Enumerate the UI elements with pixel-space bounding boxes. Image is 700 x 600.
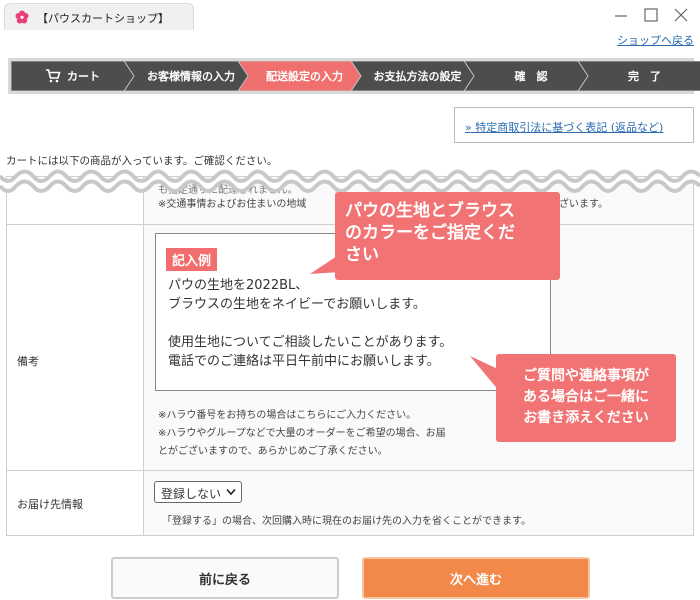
legal-notice-box: » 特定商取引法に基づく表記 (返品など) [454,107,694,143]
chevron-down-icon [226,488,236,496]
callout-line: ある場合はご一緒に [523,389,649,405]
remarks-label: 備考 [17,355,39,368]
questions-callout: ご質問や連絡事項が ある場合はご一緒に お書き添えください [496,354,676,442]
address-row: お届け先情報 登録しない 「登録する」の場合、次回購入時に現在のお届け先の入力を… [7,471,693,535]
step-label: 配送設定の入力 [266,70,343,83]
callout-line: パウの生地とブラウス [345,201,515,221]
callout-line: さい [345,245,379,265]
fabric-callout: パウの生地とブラウス のカラーをご指定くだ さい [335,192,560,280]
example-badge: 記入例 [166,248,218,271]
address-register-select[interactable]: 登録しない [154,481,242,503]
remark-line: ブラウスの生地をネイビーでお願いします。 [168,297,426,312]
flower-icon [15,10,29,24]
address-label: お届け先情報 [17,498,83,511]
step-4: お支払方法の設定 [351,61,474,91]
remarks-hint: ※ハラウやグループなどで大量のオーダーをご希望の場合、お届 [158,428,446,439]
step-label: 完 了 [628,70,661,83]
remark-line: 使用生地についてご相談したいことがあります。 [168,335,453,350]
callout-line: のカラーをご指定くだ [345,223,515,243]
close-icon[interactable] [672,6,690,24]
remarks-hint: とがございますので、あらかじめご了承ください。 [158,446,388,457]
browser-tab[interactable]: 【パウスカートショップ】 [4,3,194,30]
window-titlebar: 【パウスカートショップ】 [0,0,700,30]
maximize-icon[interactable] [642,6,660,24]
transport-note-tail: ざいます。 [559,199,608,210]
address-label-cell: お届け先情報 [7,471,144,535]
step-3: 配送設定の入力 [238,61,361,91]
transport-note: ※交通事情およびお住まいの地域 [158,199,307,210]
remark-line: 電話でのご連絡は平日午前中にお願いします。 [168,354,440,369]
callout-line: ご質問や連絡事項が [523,368,649,384]
checkout-steps: カート お客様情報の入力 配送設定の入力 お支払方法の設定 確 認 完 了 [8,58,700,94]
remarks-label-cell: 備考 [7,225,144,470]
step-label: お客様情報の入力 [147,70,235,83]
remarks-hint: ※ハラウ番号をお持ちの場合はこちらにご入力ください。 [158,410,417,421]
back-to-shop-link[interactable]: ショップへ戻る [617,32,694,48]
next-button[interactable]: 次へ進む [362,557,590,599]
address-value-cell: 登録しない 「登録する」の場合、次回購入時に現在のお届け先の入力を省くことができ… [144,471,693,535]
step-label: カート [67,70,100,83]
step-label: 確 認 [514,70,548,83]
step-2: お客様情報の入力 [124,61,248,91]
address-note: 「登録する」の場合、次回購入時に現在のお届け先の入力を省くことができます。 [162,516,531,527]
step-6: 完 了 [578,61,700,91]
remark-line: パウの生地を2022BL、 [168,278,309,293]
step-label: お支払方法の設定 [373,70,462,83]
tab-title: 【パウスカートショップ】 [37,12,169,25]
step-5: 確 認 [464,61,588,91]
cart-icon [46,69,61,83]
select-value: 登録しない [161,487,222,501]
window-controls [612,6,692,24]
callout-line: お書き添えください [523,410,649,426]
step-1: カート [11,61,134,91]
back-button[interactable]: 前に戻る [111,557,339,599]
legal-notice-link[interactable]: » 特定商取引法に基づく表記 (返品など) [465,119,663,135]
minimize-icon[interactable] [612,6,630,24]
